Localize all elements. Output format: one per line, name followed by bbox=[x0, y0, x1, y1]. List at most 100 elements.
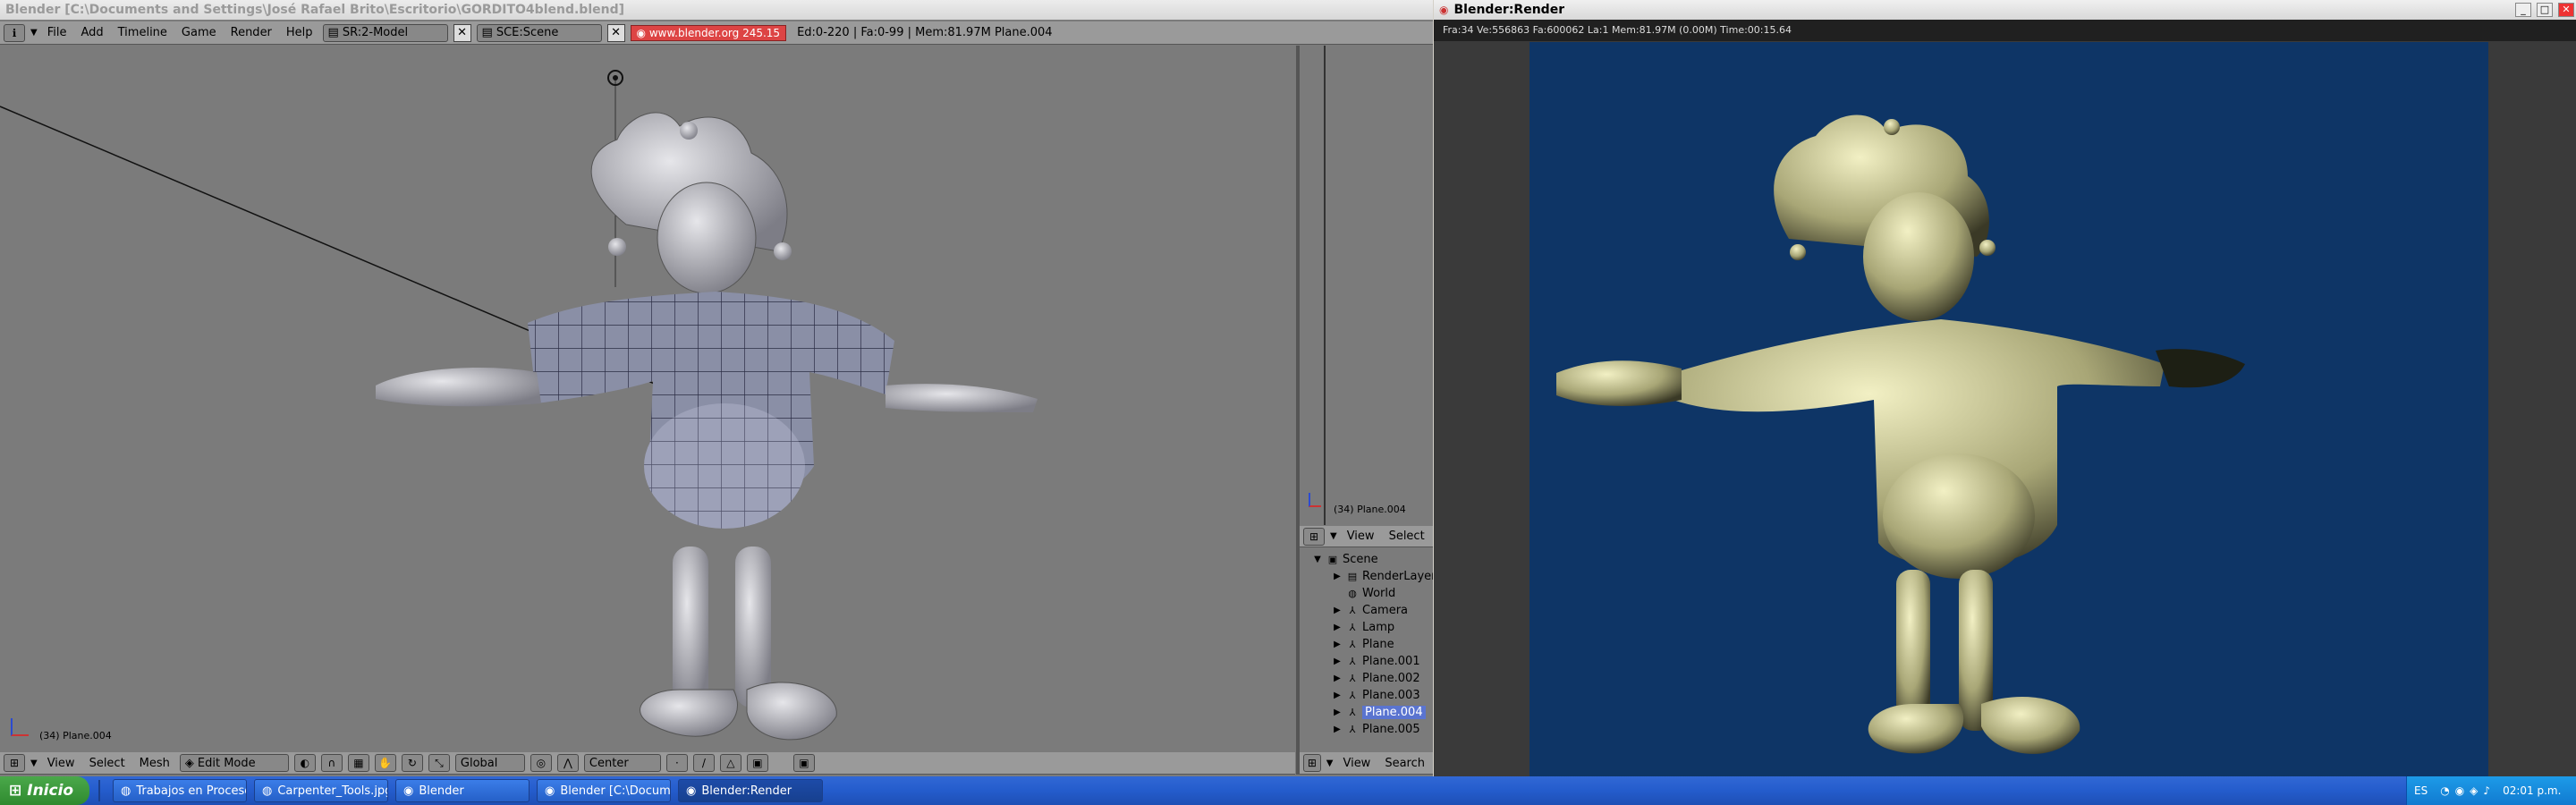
edit-mode-icon: ◈ bbox=[184, 756, 194, 770]
minimize-button[interactable]: _ bbox=[2515, 3, 2531, 17]
outliner-footer-search[interactable]: Search bbox=[1380, 757, 1429, 770]
orientation-selector[interactable]: Global bbox=[454, 754, 525, 772]
outliner-footer-view[interactable]: View bbox=[1338, 757, 1375, 770]
outliner-header: ⊞ ▼ View Select bbox=[1300, 526, 1433, 547]
face-select-icon[interactable]: △ bbox=[719, 754, 741, 772]
scene-close-button[interactable]: ✕ bbox=[606, 23, 625, 42]
object-icon: ⅄ bbox=[1349, 706, 1356, 718]
vertex-select-icon[interactable]: · bbox=[665, 754, 688, 772]
expand-triangle-icon[interactable]: ▼ bbox=[1312, 555, 1323, 564]
scale-icon[interactable]: ⤡ bbox=[428, 754, 450, 772]
object-icon: ⅄ bbox=[1349, 672, 1356, 684]
maximize-button[interactable]: □ bbox=[2537, 3, 2553, 17]
menu-render[interactable]: Render bbox=[226, 26, 276, 39]
tray-icon-volume[interactable]: ♪ bbox=[2483, 784, 2490, 797]
expand-triangle-icon[interactable]: ▶ bbox=[1332, 572, 1343, 581]
viewport-menu-select[interactable]: Select bbox=[85, 757, 130, 770]
render-canvas[interactable] bbox=[1530, 42, 2488, 776]
outliner-menu-view[interactable]: View bbox=[1343, 530, 1379, 543]
outliner-item[interactable]: ▶ ⅄ Plane.005 bbox=[1332, 721, 1419, 738]
tray-icon-network[interactable]: ◔ bbox=[2440, 784, 2449, 797]
outliner-item[interactable]: ▶ ⅄ Plane.001 bbox=[1332, 653, 1419, 670]
hand-icon[interactable]: ✋ bbox=[374, 754, 396, 772]
expand-triangle-icon[interactable]: ▶ bbox=[1332, 691, 1343, 700]
menu-help[interactable]: Help bbox=[282, 26, 318, 39]
outliner-item[interactable]: ▶ ⅄ Camera bbox=[1332, 602, 1408, 619]
outliner-collapse-icon[interactable]: ▼ bbox=[1330, 531, 1337, 541]
menu-game[interactable]: Game bbox=[177, 26, 221, 39]
render-image bbox=[1556, 114, 2245, 754]
blender-window: Blender [C:\Documents and Settings\José … bbox=[0, 0, 1433, 776]
expand-triangle-icon[interactable]: ▶ bbox=[1332, 640, 1343, 649]
expand-triangle-icon[interactable]: ▶ bbox=[1332, 724, 1343, 734]
outliner-item[interactable]: ▶ ⅄ Lamp bbox=[1332, 619, 1394, 636]
blender-org-link[interactable]: ◉ www.blender.org 245.15 bbox=[630, 24, 787, 41]
rotate-icon[interactable]: ↻ bbox=[401, 754, 423, 772]
proportional-icon[interactable]: ◎ bbox=[530, 754, 552, 772]
menu-collapse-icon[interactable]: ▼ bbox=[30, 28, 38, 38]
taskbar-item-carpenter[interactable]: ◍ Carpenter_Tools.jpg ... bbox=[254, 779, 388, 802]
occlude-icon[interactable]: ▣ bbox=[746, 754, 768, 772]
object-icon: ⅄ bbox=[1349, 621, 1356, 633]
outliner-footer-editor-icon[interactable]: ⊞ bbox=[1303, 754, 1321, 772]
expand-triangle-icon[interactable]: ▶ bbox=[1332, 708, 1343, 717]
menu-file[interactable]: File bbox=[43, 26, 72, 39]
main-menu-bar: ℹ ▼ File Add Timeline Game Render Help ▤… bbox=[0, 21, 1433, 45]
viewport-menu-view[interactable]: View bbox=[43, 757, 80, 770]
blender-title-bar[interactable]: Blender [C:\Documents and Settings\José … bbox=[0, 0, 1433, 20]
pivot-selector[interactable]: Center bbox=[583, 754, 661, 772]
taskbar-item-blender-doc[interactable]: ◉ Blender [C:\Documen... bbox=[537, 779, 671, 802]
orientation-value: Global bbox=[460, 756, 498, 770]
scene-selector[interactable]: ▤ SCE:Scene bbox=[476, 23, 602, 42]
outliner-item[interactable]: ▶ ⅄ Plane.004 bbox=[1332, 704, 1426, 721]
expand-triangle-icon[interactable]: ▶ bbox=[1332, 606, 1343, 615]
timeline-panel[interactable]: (34) Plane.004 bbox=[1300, 46, 1433, 525]
outliner-footer-collapse-icon[interactable]: ▼ bbox=[1326, 758, 1334, 768]
tray-icon-antivirus[interactable]: ◉ bbox=[2455, 784, 2464, 797]
outliner-item[interactable]: ▼ ▣ Scene bbox=[1312, 551, 1378, 568]
info-editor-icon[interactable]: ℹ bbox=[4, 23, 25, 42]
menu-timeline[interactable]: Timeline bbox=[114, 26, 172, 39]
object-icon: ⅄ bbox=[1349, 689, 1356, 701]
outliner-tree[interactable]: ▼▣Scene▶▤RenderLayers◍World▶⅄Camera▶⅄Lam… bbox=[1300, 547, 1433, 751]
mode-selector[interactable]: ◈ Edit Mode bbox=[179, 754, 289, 772]
close-button[interactable]: ✕ bbox=[2558, 3, 2574, 17]
language-indicator[interactable]: ES bbox=[2414, 784, 2428, 797]
screen-close-button[interactable]: ✕ bbox=[453, 23, 471, 42]
outliner-item[interactable]: ◍ World bbox=[1332, 585, 1395, 602]
header-collapse-icon[interactable]: ▼ bbox=[30, 758, 38, 768]
screen-selector[interactable]: ▤ SR:2-Model bbox=[322, 23, 448, 42]
edge-select-icon[interactable]: / bbox=[692, 754, 715, 772]
timeline-object-label: (34) Plane.004 bbox=[1334, 504, 1406, 515]
menu-add[interactable]: Add bbox=[76, 26, 107, 39]
outliner-item[interactable]: ▶ ⅄ Plane.003 bbox=[1332, 687, 1420, 704]
render-info-bar: Fra:34 Ve:556863 Fa:600062 La:1 Mem:81.9… bbox=[1434, 20, 2576, 41]
render-window: ◉ Blender:Render _ □ ✕ Fra:34 Ve:556863 … bbox=[1434, 0, 2576, 776]
outliner-item[interactable]: ▶ ⅄ Plane bbox=[1332, 636, 1394, 653]
start-button[interactable]: ⊞ Inicio bbox=[0, 776, 89, 805]
draw-type-icon[interactable]: ◐ bbox=[293, 754, 316, 772]
outliner-item[interactable]: ▶ ⅄ Plane.002 bbox=[1332, 670, 1419, 687]
editor-type-icon[interactable]: ⊞ bbox=[4, 754, 25, 772]
render-icon[interactable]: ▣ bbox=[792, 754, 815, 772]
outliner-item[interactable]: ▶ ▤ RenderLayers bbox=[1332, 568, 1433, 585]
3d-viewport[interactable]: (34) Plane.004 bbox=[0, 46, 1295, 752]
outliner-menu-select[interactable]: Select bbox=[1385, 530, 1429, 543]
taskbar-item-blender-render[interactable]: ◉ Blender:Render bbox=[678, 779, 823, 802]
falloff-icon[interactable]: ⋀ bbox=[556, 754, 579, 772]
layers-icon[interactable]: ▦ bbox=[347, 754, 369, 772]
taskbar-item-trabajos[interactable]: ◍ Trabajos en Proceso ... bbox=[113, 779, 247, 802]
tray-icon-shield[interactable]: ◈ bbox=[2470, 784, 2478, 797]
viewport-scene bbox=[0, 70, 1038, 741]
outliner-editor-icon[interactable]: ⊞ bbox=[1303, 527, 1325, 546]
viewport-menu-mesh[interactable]: Mesh bbox=[135, 757, 174, 770]
outliner-footer: ⊞ ▼ View Search bbox=[1300, 752, 1433, 775]
renderlayers-icon: ▤ bbox=[1347, 570, 1358, 582]
expand-triangle-icon[interactable]: ▶ bbox=[1332, 674, 1343, 683]
expand-triangle-icon[interactable]: ▶ bbox=[1332, 623, 1343, 632]
outliner-item-label: Plane.003 bbox=[1362, 689, 1420, 702]
render-title-bar[interactable]: ◉ Blender:Render _ □ ✕ bbox=[1434, 0, 2576, 20]
magnet-icon[interactable]: ∩ bbox=[320, 754, 343, 772]
taskbar-item-blender[interactable]: ◉ Blender bbox=[395, 779, 530, 802]
expand-triangle-icon[interactable]: ▶ bbox=[1332, 657, 1343, 666]
